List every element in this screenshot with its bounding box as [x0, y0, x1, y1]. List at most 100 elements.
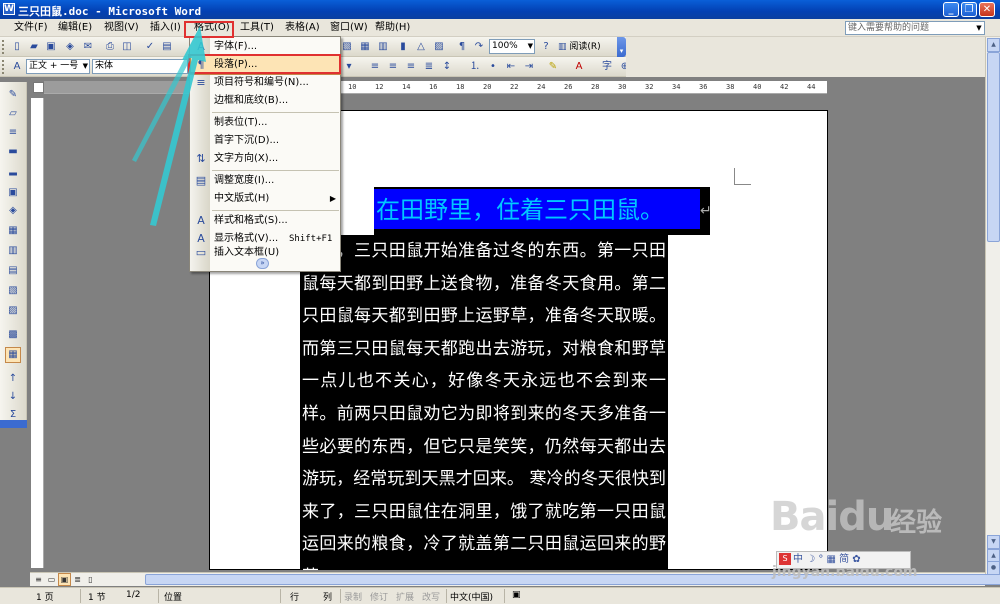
- status-extend[interactable]: 扩展: [396, 590, 414, 603]
- toolbar-grip[interactable]: [2, 60, 5, 74]
- numbering-icon[interactable]: ⒈: [468, 60, 482, 74]
- print-icon[interactable]: ⎙: [103, 40, 117, 54]
- open-folder-icon[interactable]: ▰: [27, 40, 41, 54]
- line-style-icon[interactable]: ≡: [6, 126, 20, 140]
- menu-item-bullets[interactable]: ≡ 项目符号和编号(N)...: [191, 74, 340, 92]
- close-button[interactable]: ✕: [979, 2, 995, 17]
- expand-menu-icon[interactable]: »: [256, 258, 269, 269]
- menu-item-dropcap[interactable]: 首字下沉(D)...: [191, 132, 340, 150]
- help-placeholder: 键入需要帮助的问题: [848, 23, 930, 33]
- eraser-icon[interactable]: ▱: [6, 107, 20, 121]
- tab-selector[interactable]: [33, 82, 44, 93]
- normal-view-icon[interactable]: ≡: [33, 574, 44, 585]
- menu-window[interactable]: 窗口(W): [330, 21, 368, 35]
- help-search-input[interactable]: 键入需要帮助的问题 ▼: [845, 21, 985, 35]
- insert-table-icon[interactable]: ▦: [358, 40, 372, 54]
- menu-separator: [212, 210, 339, 211]
- zoom-select[interactable]: 100% ▼: [489, 39, 535, 54]
- font-color-icon[interactable]: A: [572, 60, 586, 74]
- border-color-icon[interactable]: ▂: [6, 164, 20, 178]
- read-mode-button[interactable]: ▥ 阅读(R): [558, 40, 618, 54]
- menu-item-text-direction[interactable]: ⇅ 文字方向(X)...: [191, 150, 340, 168]
- menu-table[interactable]: 表格(A): [285, 21, 320, 35]
- menu-item-label: 字体(F)...: [214, 41, 258, 52]
- menu-file[interactable]: 文件(F): [14, 21, 48, 35]
- ruler-tick: 44: [807, 83, 816, 91]
- show-hide-icon[interactable]: ¶: [455, 40, 469, 54]
- excel-table-icon[interactable]: ▥: [376, 40, 390, 54]
- outline-view-icon[interactable]: ≣: [72, 574, 83, 585]
- print-view-icon[interactable]: ▣: [58, 573, 71, 586]
- align-cells-icon[interactable]: ▧: [6, 284, 20, 298]
- copy-format-icon[interactable]: ▧: [340, 40, 354, 54]
- minimize-button[interactable]: _: [943, 2, 959, 17]
- draw-table-icon[interactable]: ✎: [6, 88, 20, 102]
- redo-icon[interactable]: ↷: [472, 40, 486, 54]
- align-left-icon[interactable]: ≡: [368, 60, 382, 74]
- shading-icon[interactable]: ◈: [6, 204, 20, 218]
- chevron-down-icon[interactable]: ▼: [528, 40, 533, 53]
- sort-descending-icon[interactable]: ↓: [6, 390, 20, 404]
- status-overtype[interactable]: 改写: [422, 590, 440, 603]
- split-cells-icon[interactable]: ▤: [6, 264, 20, 278]
- reading-view-icon[interactable]: ▯: [85, 574, 96, 585]
- toolbar-end-cap: [0, 420, 27, 428]
- columns-icon[interactable]: ▮: [396, 40, 410, 54]
- scroll-thumb[interactable]: [987, 52, 1000, 242]
- line-spacing-icon[interactable]: ↕: [440, 60, 454, 74]
- drawing-toolbar: ✎ ▱ ≡ ▬ ▂ ▣ ◈ ▦ ▥ ▤ ▧ ▨ ▩ ▦ ↑ ↓ Σ: [0, 82, 27, 428]
- distribute-rows-icon[interactable]: ▨: [6, 304, 20, 318]
- menu-item-fit-width[interactable]: ▤ 调整宽度(I)...: [191, 172, 340, 190]
- email-icon[interactable]: ✉: [81, 40, 95, 54]
- restore-button[interactable]: ❐: [961, 2, 977, 17]
- justify-icon[interactable]: ≣: [422, 60, 436, 74]
- vertical-ruler[interactable]: [31, 98, 44, 568]
- permission-icon[interactable]: ◈: [63, 40, 77, 54]
- web-view-icon[interactable]: ▭: [46, 574, 57, 585]
- spelling-status-icon[interactable]: ▣: [512, 590, 521, 600]
- toolbar-grip[interactable]: [2, 40, 5, 54]
- line-weight-icon[interactable]: ▬: [6, 145, 20, 159]
- styles-pane-icon[interactable]: A: [10, 60, 24, 74]
- bullets-icon[interactable]: •: [486, 60, 500, 74]
- help-icon[interactable]: ?: [539, 40, 553, 54]
- insert-table-icon[interactable]: ▦: [6, 224, 20, 238]
- scroll-up-icon[interactable]: ▲: [987, 38, 1000, 52]
- highlight-icon[interactable]: ✎: [546, 60, 560, 74]
- align-right-icon[interactable]: ≡: [404, 60, 418, 74]
- merge-cells-icon[interactable]: ▥: [6, 244, 20, 258]
- borders-icon[interactable]: ▣: [6, 186, 20, 200]
- autoformat-icon[interactable]: ▩: [6, 328, 20, 342]
- document-body[interactable]: 到了，三只田鼠开始准备过冬的东西。第一只田鼠每天都到田野上送食物，准备冬天食用。…: [300, 235, 668, 570]
- menu-item-chinese-layout[interactable]: 中文版式(H) ▶: [191, 190, 340, 208]
- status-track[interactable]: 修订: [370, 590, 388, 603]
- increase-indent-icon[interactable]: ⇥: [522, 60, 536, 74]
- document-map-icon[interactable]: ▨: [432, 40, 446, 54]
- style-select[interactable]: 正文 + 一号 ▼: [26, 59, 90, 74]
- ime-toolbar[interactable]: S中 ☽ ° ▦ 简 ✿: [776, 551, 911, 569]
- word-app-icon[interactable]: W: [3, 3, 15, 15]
- menu-item-borders[interactable]: 边框和底纹(B)...: [191, 92, 340, 110]
- toolbar-options-icon[interactable]: ▾: [617, 37, 626, 57]
- ruler-tick: 16: [429, 83, 438, 91]
- menu-item-tabs[interactable]: 制表位(T)...: [191, 114, 340, 132]
- menu-edit[interactable]: 编辑(E): [58, 21, 92, 35]
- align-center-icon[interactable]: ≡: [386, 60, 400, 74]
- drawing-icon[interactable]: △: [414, 40, 428, 54]
- new-doc-icon[interactable]: ▯: [10, 40, 24, 54]
- sort-ascending-icon[interactable]: ↑: [6, 372, 20, 386]
- phonetic-guide-icon[interactable]: 字: [600, 60, 614, 74]
- save-icon[interactable]: ▣: [44, 40, 58, 54]
- decrease-indent-icon[interactable]: ⇤: [504, 60, 518, 74]
- chevron-down-icon[interactable]: ▼: [974, 22, 984, 34]
- menu-tools[interactable]: 工具(T): [240, 21, 274, 35]
- chevron-down-icon[interactable]: ▼: [83, 60, 88, 73]
- status-col: 列: [323, 593, 333, 603]
- menu-item-textbox[interactable]: ▭ 插入文本框(U): [191, 246, 340, 259]
- status-record[interactable]: 录制: [344, 590, 362, 603]
- menu-item-styles[interactable]: A 样式和格式(S)...: [191, 212, 340, 230]
- menu-help[interactable]: 帮助(H): [375, 21, 410, 35]
- underline-menu-icon[interactable]: ▾: [342, 60, 356, 74]
- document-heading[interactable]: 在田野里，住着三只田鼠。 ↵: [374, 187, 712, 235]
- table-grid-icon[interactable]: ▦: [5, 347, 21, 363]
